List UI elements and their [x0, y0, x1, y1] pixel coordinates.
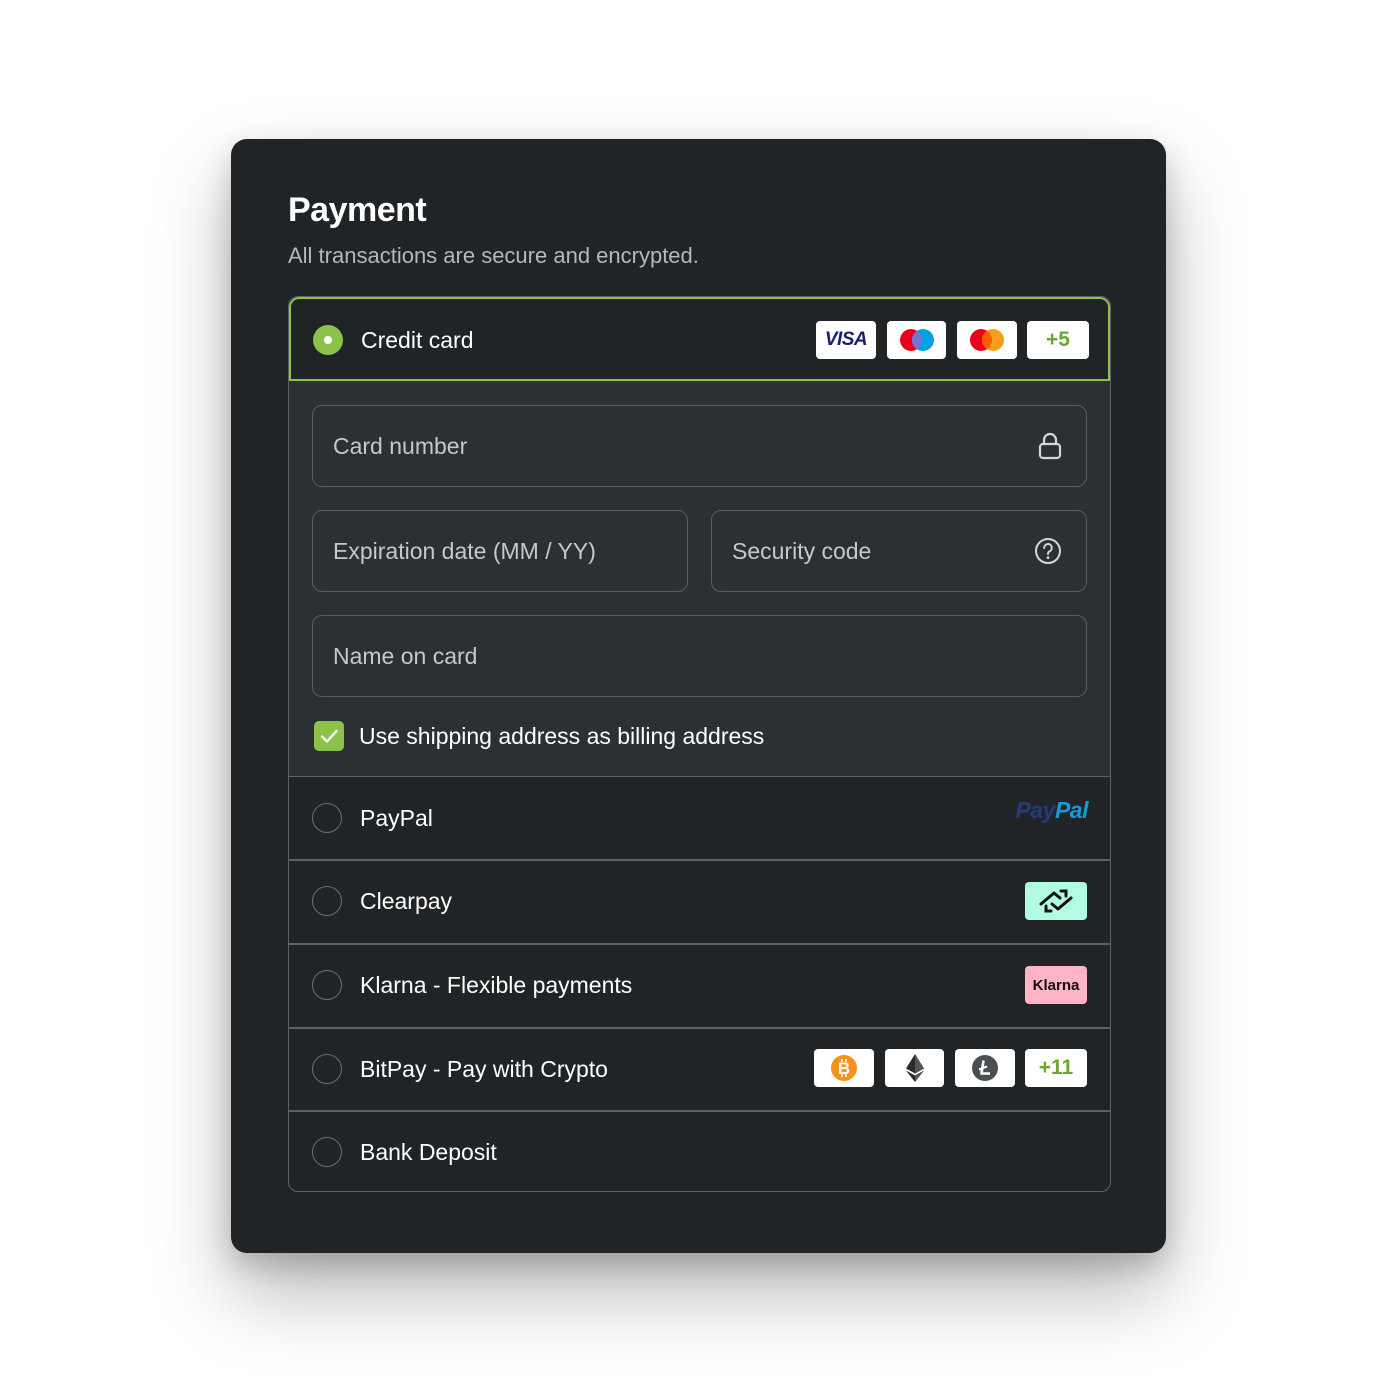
billing-address-checkbox[interactable] [314, 721, 344, 751]
bitcoin-icon: B [814, 1049, 874, 1087]
payment-method-credit-card[interactable]: Credit card VISA +5 [289, 297, 1110, 381]
klarna-logo-text: Klarna [1032, 976, 1080, 994]
paypal-logo: PayPal [1015, 797, 1089, 824]
bank-deposit-radio[interactable] [312, 1137, 342, 1167]
credit-card-radio[interactable] [313, 325, 343, 355]
klarna-logo: Klarna [1025, 966, 1087, 1004]
mastercard-logo [957, 321, 1017, 359]
payment-method-clearpay[interactable]: Clearpay [289, 860, 1110, 943]
klarna-label: Klarna - Flexible payments [360, 972, 633, 998]
paypal-logo-part1: Pay [1015, 797, 1056, 823]
expiration-date-field[interactable]: Expiration date (MM / YY) [312, 510, 688, 592]
security-code-field[interactable]: Security code [711, 510, 1087, 592]
paypal-logo-part2: Pal [1054, 797, 1089, 823]
litecoin-icon [955, 1049, 1015, 1087]
payment-card: Payment All transactions are secure and … [231, 139, 1166, 1253]
paypal-label: PayPal [360, 805, 433, 831]
bank-deposit-label: Bank Deposit [360, 1139, 497, 1165]
ethereum-icon [885, 1049, 944, 1087]
name-on-card-placeholder: Name on card [333, 643, 478, 669]
more-brands-badge: +5 [1027, 321, 1089, 359]
svg-text:B: B [838, 1059, 850, 1078]
more-coins-badge: +11 [1025, 1049, 1087, 1087]
paypal-radio[interactable] [312, 803, 342, 833]
expiration-placeholder: Expiration date (MM / YY) [333, 538, 596, 564]
mastercard-icon [970, 329, 1004, 351]
billing-address-label: Use shipping address as billing address [359, 723, 765, 749]
maestro-logo [887, 321, 946, 359]
credit-card-form: Card number Expiration date (MM / YY) Se… [289, 381, 1110, 777]
payment-method-bank-deposit[interactable]: Bank Deposit [289, 1111, 1110, 1191]
help-icon[interactable] [1034, 537, 1062, 570]
more-brands-count: +5 [1046, 328, 1070, 351]
visa-logo-text: VISA [824, 329, 868, 350]
visa-logo: VISA [816, 321, 876, 359]
credit-card-label: Credit card [361, 327, 474, 353]
more-coins-count: +11 [1038, 1056, 1074, 1079]
lock-icon [1038, 432, 1062, 465]
payment-method-paypal[interactable]: PayPal PayPal [289, 777, 1110, 859]
checkmark-icon [320, 729, 338, 743]
name-on-card-field[interactable]: Name on card [312, 615, 1087, 697]
klarna-radio[interactable] [312, 970, 342, 1000]
page-subtitle: All transactions are secure and encrypte… [288, 243, 699, 268]
clearpay-radio[interactable] [312, 886, 342, 916]
bitpay-radio[interactable] [312, 1054, 342, 1084]
payment-methods-list: Credit card VISA +5 Card number Expirati… [288, 296, 1111, 1192]
clearpay-label: Clearpay [360, 888, 453, 914]
maestro-icon [899, 329, 934, 351]
payment-method-bitpay[interactable]: BitPay - Pay with Crypto B +11 [289, 1028, 1110, 1110]
card-number-placeholder: Card number [333, 433, 468, 459]
security-code-placeholder: Security code [732, 538, 872, 564]
clearpay-logo [1025, 882, 1087, 920]
page-title: Payment [288, 191, 427, 229]
clearpay-icon [1039, 889, 1073, 913]
bitpay-label: BitPay - Pay with Crypto [360, 1056, 608, 1082]
payment-method-klarna[interactable]: Klarna - Flexible payments Klarna [289, 944, 1110, 1027]
card-number-field[interactable]: Card number [312, 405, 1087, 487]
